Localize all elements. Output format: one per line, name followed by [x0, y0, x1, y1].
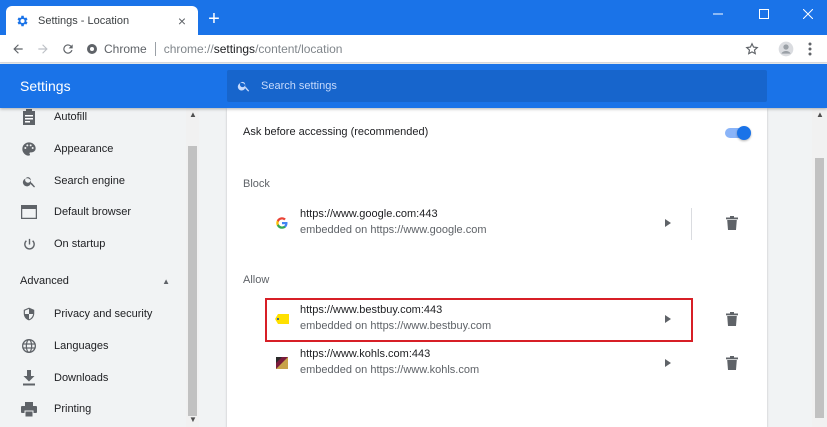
sidebar-item-appearance[interactable]: Appearance: [0, 134, 185, 164]
sidebar-item-default-browser[interactable]: Default browser: [0, 197, 185, 227]
palette-icon: [20, 140, 38, 158]
omnibox-chip: Chrome: [86, 42, 156, 56]
settings-header: Settings: [0, 64, 827, 108]
site-embedded: embedded on https://www.google.com: [300, 224, 487, 236]
site-url: https://www.kohls.com:443: [300, 348, 431, 360]
kohls-favicon-icon: [275, 356, 289, 370]
delete-trash-icon[interactable]: [723, 354, 741, 372]
sidebar-item-privacy-and-security[interactable]: Privacy and security: [0, 299, 185, 329]
title-bar: Settings - Location × +: [0, 0, 827, 35]
search-input[interactable]: [261, 80, 741, 92]
ask-before-accessing-toggle[interactable]: [725, 126, 751, 140]
download-icon: [20, 369, 38, 387]
row-divider: [691, 208, 692, 240]
back-button[interactable]: [8, 39, 28, 59]
url-text: chrome://settings/content/location: [163, 42, 343, 56]
forward-button[interactable]: [33, 39, 53, 59]
power-icon: [20, 235, 38, 253]
omnibox-chip-label: Chrome: [104, 42, 147, 56]
google-favicon-icon: [275, 216, 289, 230]
search-box[interactable]: [227, 70, 767, 102]
site-details-arrow-icon[interactable]: [661, 216, 675, 230]
site-url: https://www.google.com:443: [300, 208, 438, 220]
ask-before-accessing-label: Ask before accessing (recommended): [243, 126, 429, 138]
page-scrollbar[interactable]: ▲: [812, 108, 827, 427]
sidebar-scrollbar[interactable]: ▲ ▼: [186, 108, 199, 427]
new-tab-button[interactable]: +: [204, 9, 224, 29]
maximize-button[interactable]: [742, 0, 786, 28]
site-embedded: embedded on https://www.kohls.com: [300, 364, 480, 376]
allowed-site-row-kohls[interactable]: https://www.kohls.com:443 embedded on ht…: [267, 342, 767, 386]
close-window-button[interactable]: [786, 0, 827, 28]
blocked-site-row[interactable]: https://www.google.com:443 embedded on h…: [267, 202, 767, 246]
browser-icon: [20, 203, 38, 221]
allow-section-label: Allow: [243, 274, 270, 286]
scroll-up-arrow-icon[interactable]: ▲: [189, 110, 197, 119]
minimize-button[interactable]: [696, 0, 740, 28]
search-icon: [20, 172, 38, 190]
globe-icon: [20, 337, 38, 355]
sidebar-item-search-engine[interactable]: Search engine: [0, 166, 185, 196]
highlight-box: [265, 298, 693, 342]
gear-icon: [14, 13, 30, 29]
settings-title: Settings: [20, 78, 71, 94]
sidebar-item-languages[interactable]: Languages: [0, 331, 185, 361]
bookmark-star-icon[interactable]: [742, 39, 762, 59]
printer-icon: [20, 400, 38, 418]
sidebar-scroll-thumb[interactable]: [188, 146, 197, 416]
shield-icon: [20, 305, 38, 323]
sidebar-item-printing[interactable]: Printing: [0, 394, 185, 424]
sidebar-item-downloads[interactable]: Downloads: [0, 363, 185, 393]
location-settings-card: Ask before accessing (recommended) Block…: [227, 108, 767, 427]
settings-sidebar: Autofill Appearance Search engine Defaul…: [0, 108, 200, 427]
delete-trash-icon[interactable]: [723, 214, 741, 232]
site-details-arrow-icon[interactable]: [661, 356, 675, 370]
block-section-label: Block: [243, 178, 270, 190]
close-tab-icon[interactable]: ×: [174, 13, 190, 29]
menu-kebab-icon[interactable]: [800, 39, 820, 59]
page-scroll-thumb[interactable]: [815, 158, 824, 418]
search-icon: [237, 81, 250, 92]
sidebar-item-on-startup[interactable]: On startup: [0, 229, 185, 259]
tab-title: Settings - Location: [38, 14, 130, 27]
sidebar-advanced-toggle[interactable]: Advanced ▲: [20, 275, 170, 287]
advanced-label: Advanced: [20, 275, 69, 287]
chrome-icon: [87, 44, 97, 54]
scroll-down-arrow-icon[interactable]: ▼: [189, 415, 197, 424]
browser-tab[interactable]: Settings - Location ×: [6, 6, 198, 35]
clipboard-icon: [20, 108, 38, 126]
address-bar[interactable]: Chrome chrome://settings/content/locatio…: [86, 38, 766, 60]
caret-up-icon: ▲: [162, 276, 170, 286]
browser-toolbar: Chrome chrome://settings/content/locatio…: [0, 35, 827, 63]
scroll-up-arrow-icon[interactable]: ▲: [816, 110, 824, 119]
delete-trash-icon[interactable]: [723, 310, 741, 328]
reload-button[interactable]: [58, 39, 78, 59]
toggle-knob: [737, 126, 751, 140]
profile-avatar[interactable]: [776, 39, 796, 59]
